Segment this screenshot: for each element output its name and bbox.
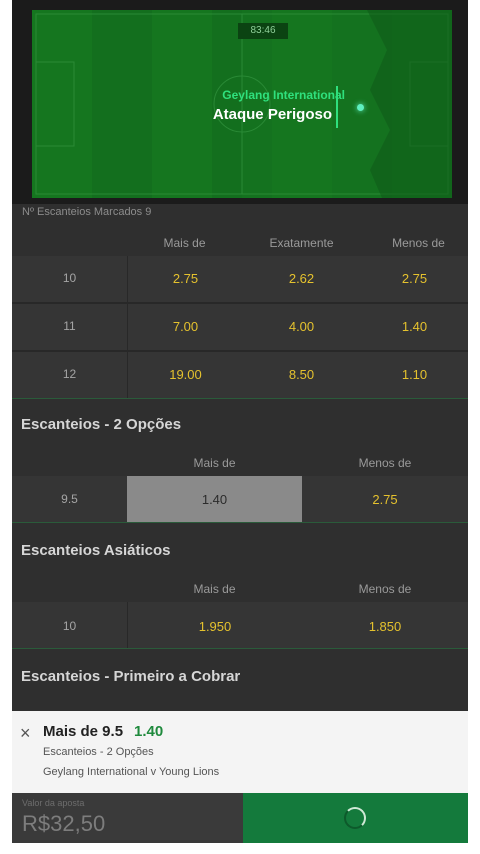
column-header-under: Menos de [358, 582, 412, 596]
odd-button-exact[interactable]: 2.62 [244, 271, 359, 286]
close-icon[interactable]: × [20, 724, 31, 742]
bet-market: Escanteios - 2 Opções [43, 746, 154, 758]
odd-button-over[interactable]: 19.00 [128, 367, 243, 382]
odd-button-under[interactable]: 2.75 [361, 271, 468, 286]
odd-button-under[interactable]: 1.10 [361, 367, 468, 382]
column-header-exact: Exatamente [269, 236, 334, 250]
place-bet-button[interactable] [243, 793, 468, 843]
bet-slip: × Mais de 9.5 1.40 Escanteios - 2 Opções… [12, 711, 468, 793]
bottom-strip [12, 843, 468, 854]
odd-button-under[interactable]: 1.850 [302, 619, 468, 634]
column-header-under: Menos de [392, 236, 445, 250]
pitch: 83:46 [32, 10, 452, 198]
event-marker [336, 86, 338, 128]
stake-input[interactable]: Valor da aposta R$32,50 [12, 793, 243, 843]
odd-button-over[interactable]: 1.950 [128, 619, 302, 634]
stake-value: R$32,50 [22, 811, 106, 836]
column-header-over: Mais de [193, 582, 236, 596]
line-label: 10 [62, 619, 77, 633]
odd-value: 1.40 [201, 492, 228, 507]
column-header-under: Menos de [358, 456, 412, 470]
odd-button-exact[interactable]: 4.00 [244, 319, 359, 334]
table-row: 9.5 1.40 2.75 [12, 476, 468, 522]
column-header-over: Mais de [163, 236, 206, 250]
corners-marked-count: Nº Escanteios Marcados 9 [22, 206, 152, 218]
odd-button-over-selected[interactable]: 1.40 [127, 476, 302, 522]
table-row: 12 19.00 8.50 1.10 [12, 352, 468, 398]
bet-selection: Mais de 9.5 [43, 723, 124, 740]
loading-spinner-icon [344, 807, 366, 829]
table-row: 11 7.00 4.00 1.40 [12, 304, 468, 350]
odd-button-over[interactable]: 7.00 [128, 319, 243, 334]
line-label: 12 [62, 367, 77, 381]
ball-position-icon [357, 104, 364, 111]
live-event-label: Ataque Perigoso [212, 106, 332, 123]
table-row: 10 2.75 2.62 2.75 [12, 256, 468, 302]
stake-label: Valor da aposta [22, 798, 85, 808]
line-label: 9.5 [61, 492, 78, 506]
line-label: 10 [62, 271, 77, 285]
live-match-tracker: 83:46 Geylang International Ataque Perig… [12, 0, 468, 204]
odd-button-under[interactable]: 2.75 [302, 492, 468, 507]
attacking-team-name: Geylang International [222, 88, 345, 102]
section-title-first-corner[interactable]: Escanteios - Primeiro a Cobrar [21, 668, 240, 685]
bet-odd: 1.40 [134, 723, 164, 740]
odd-button-under[interactable]: 1.40 [361, 319, 468, 334]
table-row: 10 1.950 1.850 [12, 602, 468, 648]
column-header-over: Mais de [193, 456, 236, 470]
section-title-asian-corners[interactable]: Escanteios Asiáticos [21, 542, 171, 559]
match-clock: 83:46 [238, 23, 288, 39]
section-title-corners-2way[interactable]: Escanteios - 2 Opções [21, 416, 181, 433]
odd-button-over[interactable]: 2.75 [128, 271, 243, 286]
line-label: 11 [63, 319, 76, 333]
bet-event: Geylang International v Young Lions [43, 766, 220, 778]
odd-button-exact[interactable]: 8.50 [244, 367, 359, 382]
betting-app: 83:46 Geylang International Ataque Perig… [12, 0, 468, 854]
